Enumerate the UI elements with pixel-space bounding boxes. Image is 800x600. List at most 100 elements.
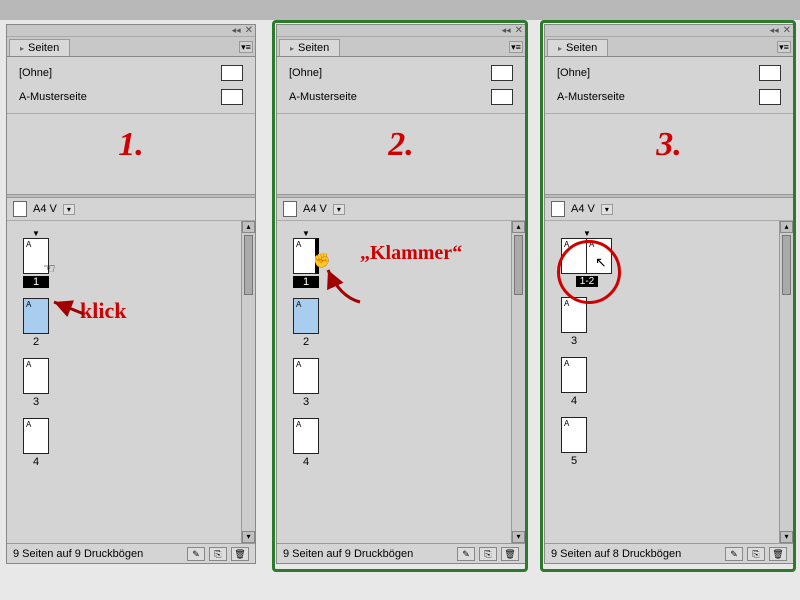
- collapse-icon[interactable]: ◂◂: [232, 25, 241, 36]
- master-swatch-icon: [221, 89, 243, 105]
- chevron-right-icon: ▸: [20, 44, 24, 53]
- arrow-cursor-icon: ↖: [595, 254, 607, 271]
- panel-footer: 9 Seiten auf 9 Druckbögen ✎ ⎘ 🗑: [277, 543, 525, 563]
- scroll-thumb[interactable]: [782, 235, 791, 295]
- tab-label: Seiten: [28, 42, 59, 54]
- master-label: [Ohne]: [19, 67, 52, 79]
- vertical-scrollbar[interactable]: ▴ ▾: [241, 221, 255, 543]
- panel-menu-icon[interactable]: ▾≡: [239, 41, 253, 53]
- panel-menu-icon[interactable]: ▾≡: [509, 41, 523, 53]
- new-page-icon[interactable]: ⎘: [479, 547, 497, 561]
- page-number: 3: [23, 396, 49, 408]
- chevron-right-icon: ▸: [558, 44, 562, 53]
- page-thumbnail[interactable]: A 5: [561, 417, 779, 467]
- spread-start-icon: ▼: [23, 229, 49, 238]
- panel-header: ◂◂ ✕: [7, 25, 255, 37]
- collapse-icon[interactable]: ◂◂: [770, 25, 779, 36]
- page-thumbnail[interactable]: A 4: [23, 418, 241, 468]
- page-thumbnail[interactable]: A 2: [23, 298, 241, 348]
- page-thumbnail[interactable]: A ✊ 1: [293, 238, 511, 288]
- page-number: 4: [561, 395, 587, 407]
- page-thumbnail[interactable]: A 2: [293, 298, 511, 348]
- page-number: 2: [23, 336, 49, 348]
- scroll-thumb[interactable]: [514, 235, 523, 295]
- pages-panel: ◂◂ ✕ ▸ Seiten ▾≡ [Ohne] A-Musterseite: [6, 24, 256, 564]
- step-number: 3.: [545, 114, 793, 194]
- tab-pages[interactable]: ▸ Seiten: [9, 39, 70, 56]
- page-thumbnail[interactable]: A 3: [293, 358, 511, 408]
- master-a[interactable]: A-Musterseite: [281, 85, 521, 109]
- master-indicator: A: [564, 299, 569, 308]
- delete-page-icon[interactable]: 🗑: [231, 547, 249, 561]
- format-dropdown-icon[interactable]: ▾: [333, 204, 345, 215]
- page-thumbnail[interactable]: A ☜ 1: [23, 238, 241, 288]
- step-number: 2.: [277, 114, 525, 194]
- scroll-up-icon[interactable]: ▴: [780, 221, 793, 233]
- masters-section: [Ohne] A-Musterseite: [545, 57, 793, 114]
- format-dropdown-icon[interactable]: ▾: [601, 204, 613, 215]
- master-indicator: A: [564, 419, 569, 428]
- vertical-scrollbar[interactable]: ▴ ▾: [779, 221, 793, 543]
- scroll-down-icon[interactable]: ▾: [780, 531, 793, 543]
- edit-page-icon[interactable]: ✎: [457, 547, 475, 561]
- orientation-portrait-icon[interactable]: [283, 201, 297, 217]
- master-a[interactable]: A-Musterseite: [11, 85, 251, 109]
- page-thumbnail[interactable]: A 4: [293, 418, 511, 468]
- delete-page-icon[interactable]: 🗑: [769, 547, 787, 561]
- master-swatch-icon: [759, 89, 781, 105]
- chevron-right-icon: ▸: [290, 44, 294, 53]
- tab-pages[interactable]: ▸ Seiten: [279, 39, 340, 56]
- format-dropdown-icon[interactable]: ▾: [63, 204, 75, 215]
- page-format-bar: A4 V ▾: [545, 198, 793, 221]
- master-none[interactable]: [Ohne]: [281, 61, 521, 85]
- close-icon[interactable]: ✕: [783, 25, 791, 36]
- scroll-up-icon[interactable]: ▴: [242, 221, 255, 233]
- page-thumbnail[interactable]: A 3: [561, 297, 779, 347]
- scroll-down-icon[interactable]: ▾: [242, 531, 255, 543]
- page-format-bar: A4 V ▾: [277, 198, 525, 221]
- pages-list: ▼ A A ↖ 1-2 A 3 A 4: [545, 221, 779, 543]
- page-format-bar: A4 V ▾: [7, 198, 255, 221]
- master-indicator: A: [589, 240, 594, 249]
- master-none[interactable]: [Ohne]: [11, 61, 251, 85]
- masters-section: [Ohne] A-Musterseite: [277, 57, 525, 114]
- pages-panel: ◂◂ ✕ ▸ Seiten ▾≡ [Ohne] A-Musterseite: [276, 24, 526, 564]
- hand-cursor-icon: ☜: [43, 260, 56, 277]
- scroll-thumb[interactable]: [244, 235, 253, 295]
- master-none[interactable]: [Ohne]: [549, 61, 789, 85]
- master-a[interactable]: A-Musterseite: [549, 85, 789, 109]
- new-page-icon[interactable]: ⎘: [747, 547, 765, 561]
- page-thumbnail[interactable]: A 3: [23, 358, 241, 408]
- close-icon[interactable]: ✕: [245, 25, 253, 36]
- page-number: 2: [293, 336, 319, 348]
- edit-page-icon[interactable]: ✎: [725, 547, 743, 561]
- vertical-scrollbar[interactable]: ▴ ▾: [511, 221, 525, 543]
- close-icon[interactable]: ✕: [515, 25, 523, 36]
- pages-list: ▼ A ☜ 1 A 2 A 3 A: [7, 221, 241, 543]
- collapse-icon[interactable]: ◂◂: [502, 25, 511, 36]
- tab-label: Seiten: [298, 42, 329, 54]
- master-indicator: A: [296, 420, 301, 429]
- orientation-portrait-icon[interactable]: [13, 201, 27, 217]
- master-label: [Ohne]: [289, 67, 322, 79]
- step-number: 1.: [7, 114, 255, 194]
- master-indicator: A: [296, 240, 301, 249]
- panel-menu-icon[interactable]: ▾≡: [777, 41, 791, 53]
- pages-panel: ◂◂ ✕ ▸ Seiten ▾≡ [Ohne] A-Musterseite: [544, 24, 794, 564]
- new-page-icon[interactable]: ⎘: [209, 547, 227, 561]
- tab-pages[interactable]: ▸ Seiten: [547, 39, 608, 56]
- master-indicator: A: [564, 240, 569, 249]
- page-number: 4: [293, 456, 319, 468]
- panel-header: ◂◂ ✕: [277, 25, 525, 37]
- delete-page-icon[interactable]: 🗑: [501, 547, 519, 561]
- spread-thumbnail[interactable]: A A ↖ 1-2: [561, 238, 779, 287]
- page-number: 5: [561, 455, 587, 467]
- edit-page-icon[interactable]: ✎: [187, 547, 205, 561]
- format-label: A4 V: [33, 203, 57, 215]
- scroll-up-icon[interactable]: ▴: [512, 221, 525, 233]
- scroll-down-icon[interactable]: ▾: [512, 531, 525, 543]
- page-thumbnail[interactable]: A 4: [561, 357, 779, 407]
- master-indicator: A: [26, 300, 31, 309]
- orientation-portrait-icon[interactable]: [551, 201, 565, 217]
- master-label: A-Musterseite: [557, 91, 625, 103]
